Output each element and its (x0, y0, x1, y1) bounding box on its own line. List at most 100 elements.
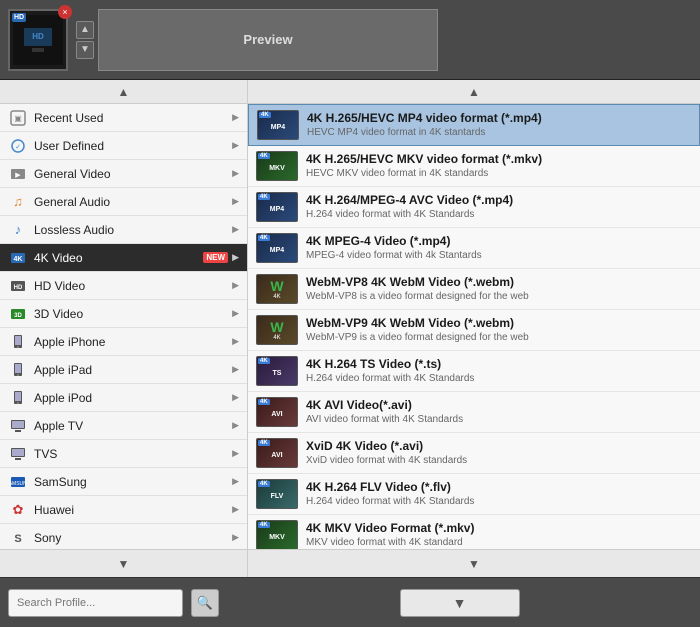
format-item-hevc-mkv[interactable]: 4K MKV 4K H.265/HEVC MKV video format (*… (248, 146, 700, 187)
svg-text:✓: ✓ (15, 144, 21, 151)
apple-tv-icon (8, 418, 28, 434)
format-item-mpeg4-mp4[interactable]: 4K MP4 4K MPEG-4 Video (*.mp4)MPEG-4 vid… (248, 228, 700, 269)
sidebar-item-general-video[interactable]: ▶ General Video ▶ (0, 160, 247, 188)
svg-text:♪: ♪ (15, 222, 22, 237)
hevc-mp4-title: 4K H.265/HEVC MP4 video format (*.mp4) (307, 111, 691, 127)
bottom-bar: 🔍 ▼ (0, 577, 700, 627)
h264-ts-text: 4K H.264 TS Video (*.ts)H.264 video form… (306, 357, 692, 386)
general-video-arrow: ▶ (232, 168, 239, 179)
sidebar-item-hd-video[interactable]: HDHD Video▶ (0, 272, 247, 300)
webm-vp8-title: WebM-VP8 4K WebM Video (*.webm) (306, 275, 692, 291)
tvs-arrow: ▶ (232, 448, 239, 459)
hd-video-icon: HD (8, 278, 28, 294)
sidebar-item-samsung[interactable]: SAMSUNGSamSung▶ (0, 468, 247, 496)
apple-ipad-arrow: ▶ (232, 364, 239, 375)
recent-used-arrow: ▶ (232, 112, 239, 123)
h264-flv-thumb: 4K FLV (256, 479, 298, 509)
xvid-avi-title: XviD 4K Video (*.avi) (306, 439, 692, 455)
sidebar-item-4k-video[interactable]: 4K4K VideoNEW▶ (0, 244, 247, 272)
thumb-nav-arrows: ▲ ▼ (76, 21, 94, 59)
close-button[interactable]: × (58, 5, 72, 19)
mpeg4-mp4-thumb: 4K MP4 (256, 233, 298, 263)
format-item-h264-ts[interactable]: 4K TS 4K H.264 TS Video (*.ts)H.264 vide… (248, 351, 700, 392)
apple-ipad-icon (8, 362, 28, 378)
format-item-h264-flv[interactable]: 4K FLV 4K H.264 FLV Video (*.flv)H.264 v… (248, 474, 700, 515)
lossless-audio-label: Lossless Audio (34, 223, 228, 237)
sidebar-item-sony[interactable]: SSony▶ (0, 524, 247, 549)
general-audio-arrow: ▶ (232, 196, 239, 207)
hevc-mkv-title: 4K H.265/HEVC MKV video format (*.mkv) (306, 152, 692, 168)
general-audio-label: General Audio (34, 195, 228, 209)
h264-ts-title: 4K H.264 TS Video (*.ts) (306, 357, 692, 373)
bottom-right: ▼ (227, 589, 692, 617)
top-bar: HD HD × ▲ ▼ Preview (0, 0, 700, 80)
apple-iphone-icon (8, 334, 28, 350)
main-content: ▲ ▣Recent Used▶✓User Defined▶▶General Vi… (0, 80, 700, 577)
right-panel-scroll: 4K MP4 4K H.265/HEVC MP4 video format (*… (248, 104, 700, 549)
4k-avi-desc: AVI video format with 4K Standards (306, 413, 692, 426)
recent-used-icon: ▣ (8, 110, 28, 126)
thumb-up-arrow[interactable]: ▲ (76, 21, 94, 39)
huawei-arrow: ▶ (232, 504, 239, 515)
left-panel-up-arrow[interactable]: ▲ (0, 80, 247, 104)
recent-used-label: Recent Used (34, 111, 228, 125)
3d-video-label: 3D Video (34, 307, 228, 321)
apple-iphone-label: Apple iPhone (34, 335, 228, 349)
sidebar-item-lossless-audio[interactable]: ♪Lossless Audio▶ (0, 216, 247, 244)
right-panel-up-arrow[interactable]: ▲ (248, 80, 700, 104)
sidebar-item-user-defined[interactable]: ✓User Defined▶ (0, 132, 247, 160)
hevc-mkv-desc: HEVC MKV video format in 4K standards (306, 167, 692, 180)
format-item-webm-vp8[interactable]: W 4K WebM-VP8 4K WebM Video (*.webm)WebM… (248, 269, 700, 310)
sidebar-item-apple-tv[interactable]: Apple TV▶ (0, 412, 247, 440)
user-defined-icon: ✓ (8, 138, 28, 154)
general-audio-icon: ♫ (8, 194, 28, 210)
sidebar-item-apple-ipad[interactable]: Apple iPad▶ (0, 356, 247, 384)
format-item-4k-avi[interactable]: 4K AVI 4K AVI Video(*.avi)AVI video form… (248, 392, 700, 433)
svg-text:S: S (14, 533, 21, 545)
general-video-label: General Video (34, 167, 228, 181)
huawei-label: Huawei (34, 503, 228, 517)
format-item-xvid-avi[interactable]: 4K AVI XviD 4K Video (*.avi)XviD video f… (248, 433, 700, 474)
search-button[interactable]: 🔍 (191, 589, 219, 617)
search-input[interactable] (8, 589, 183, 617)
sidebar-item-3d-video[interactable]: 3D3D Video▶ (0, 300, 247, 328)
webm-vp8-thumb: W 4K (256, 274, 298, 304)
webm-vp8-text: WebM-VP8 4K WebM Video (*.webm)WebM-VP8 … (306, 275, 692, 304)
svg-text:HD: HD (32, 32, 44, 41)
webm-vp9-text: WebM-VP9 4K WebM Video (*.webm)WebM-VP9 … (306, 316, 692, 345)
svg-text:▣: ▣ (14, 114, 22, 123)
webm-vp8-desc: WebM-VP8 is a video format designed for … (306, 290, 692, 303)
left-panel-down-arrow[interactable]: ▼ (0, 549, 247, 577)
4k-mkv-desc: MKV video format with 4K standard (306, 536, 692, 549)
4k-avi-text: 4K AVI Video(*.avi)AVI video format with… (306, 398, 692, 427)
thumb-down-arrow[interactable]: ▼ (76, 41, 94, 59)
format-item-4k-mkv[interactable]: 4K MKV 4K MKV Video Format (*.mkv)MKV vi… (248, 515, 700, 549)
h264-ts-thumb: 4K TS (256, 356, 298, 386)
apple-ipod-arrow: ▶ (232, 392, 239, 403)
sidebar-item-recent-used[interactable]: ▣ Recent Used ▶ (0, 104, 247, 132)
h264-avc-mp4-text: 4K H.264/MPEG-4 AVC Video (*.mp4)H.264 v… (306, 193, 692, 222)
sidebar-item-apple-iphone[interactable]: Apple iPhone▶ (0, 328, 247, 356)
format-item-webm-vp9[interactable]: W 4K WebM-VP9 4K WebM Video (*.webm)WebM… (248, 310, 700, 351)
general-video-icon: ▶ (8, 166, 28, 182)
sidebar-item-apple-ipod[interactable]: Apple iPod ▶ (0, 384, 247, 412)
sidebar-item-huawei[interactable]: ✿Huawei▶ (0, 496, 247, 524)
format-item-h264-avc-mp4[interactable]: 4K MP4 4K H.264/MPEG-4 AVC Video (*.mp4)… (248, 187, 700, 228)
4k-avi-title: 4K AVI Video(*.avi) (306, 398, 692, 414)
webm-vp9-title: WebM-VP9 4K WebM Video (*.webm) (306, 316, 692, 332)
sidebar-item-general-audio[interactable]: ♫ General Audio ▶ (0, 188, 247, 216)
format-item-hevc-mp4[interactable]: 4K MP4 4K H.265/HEVC MP4 video format (*… (248, 104, 700, 146)
sidebar-item-tvs[interactable]: TVS▶ (0, 440, 247, 468)
webm-vp9-desc: WebM-VP9 is a video format designed for … (306, 331, 692, 344)
bottom-down-arrow[interactable]: ▼ (400, 589, 520, 617)
apple-ipod-label: Apple iPod (34, 391, 228, 405)
right-panel: ▲ 4K MP4 4K H.265/HEVC MP4 video format … (248, 80, 700, 577)
apple-ipod-icon (8, 390, 28, 406)
hevc-mp4-thumb: 4K MP4 (257, 110, 299, 140)
user-defined-arrow: ▶ (232, 140, 239, 151)
left-panel-scroll: ▣Recent Used▶✓User Defined▶▶General Vide… (0, 104, 247, 549)
4k-mkv-text: 4K MKV Video Format (*.mkv)MKV video for… (306, 521, 692, 549)
preview-thumbnail: HD HD × (8, 9, 68, 71)
right-panel-down-arrow[interactable]: ▼ (248, 549, 700, 577)
hevc-mkv-text: 4K H.265/HEVC MKV video format (*.mkv)HE… (306, 152, 692, 181)
